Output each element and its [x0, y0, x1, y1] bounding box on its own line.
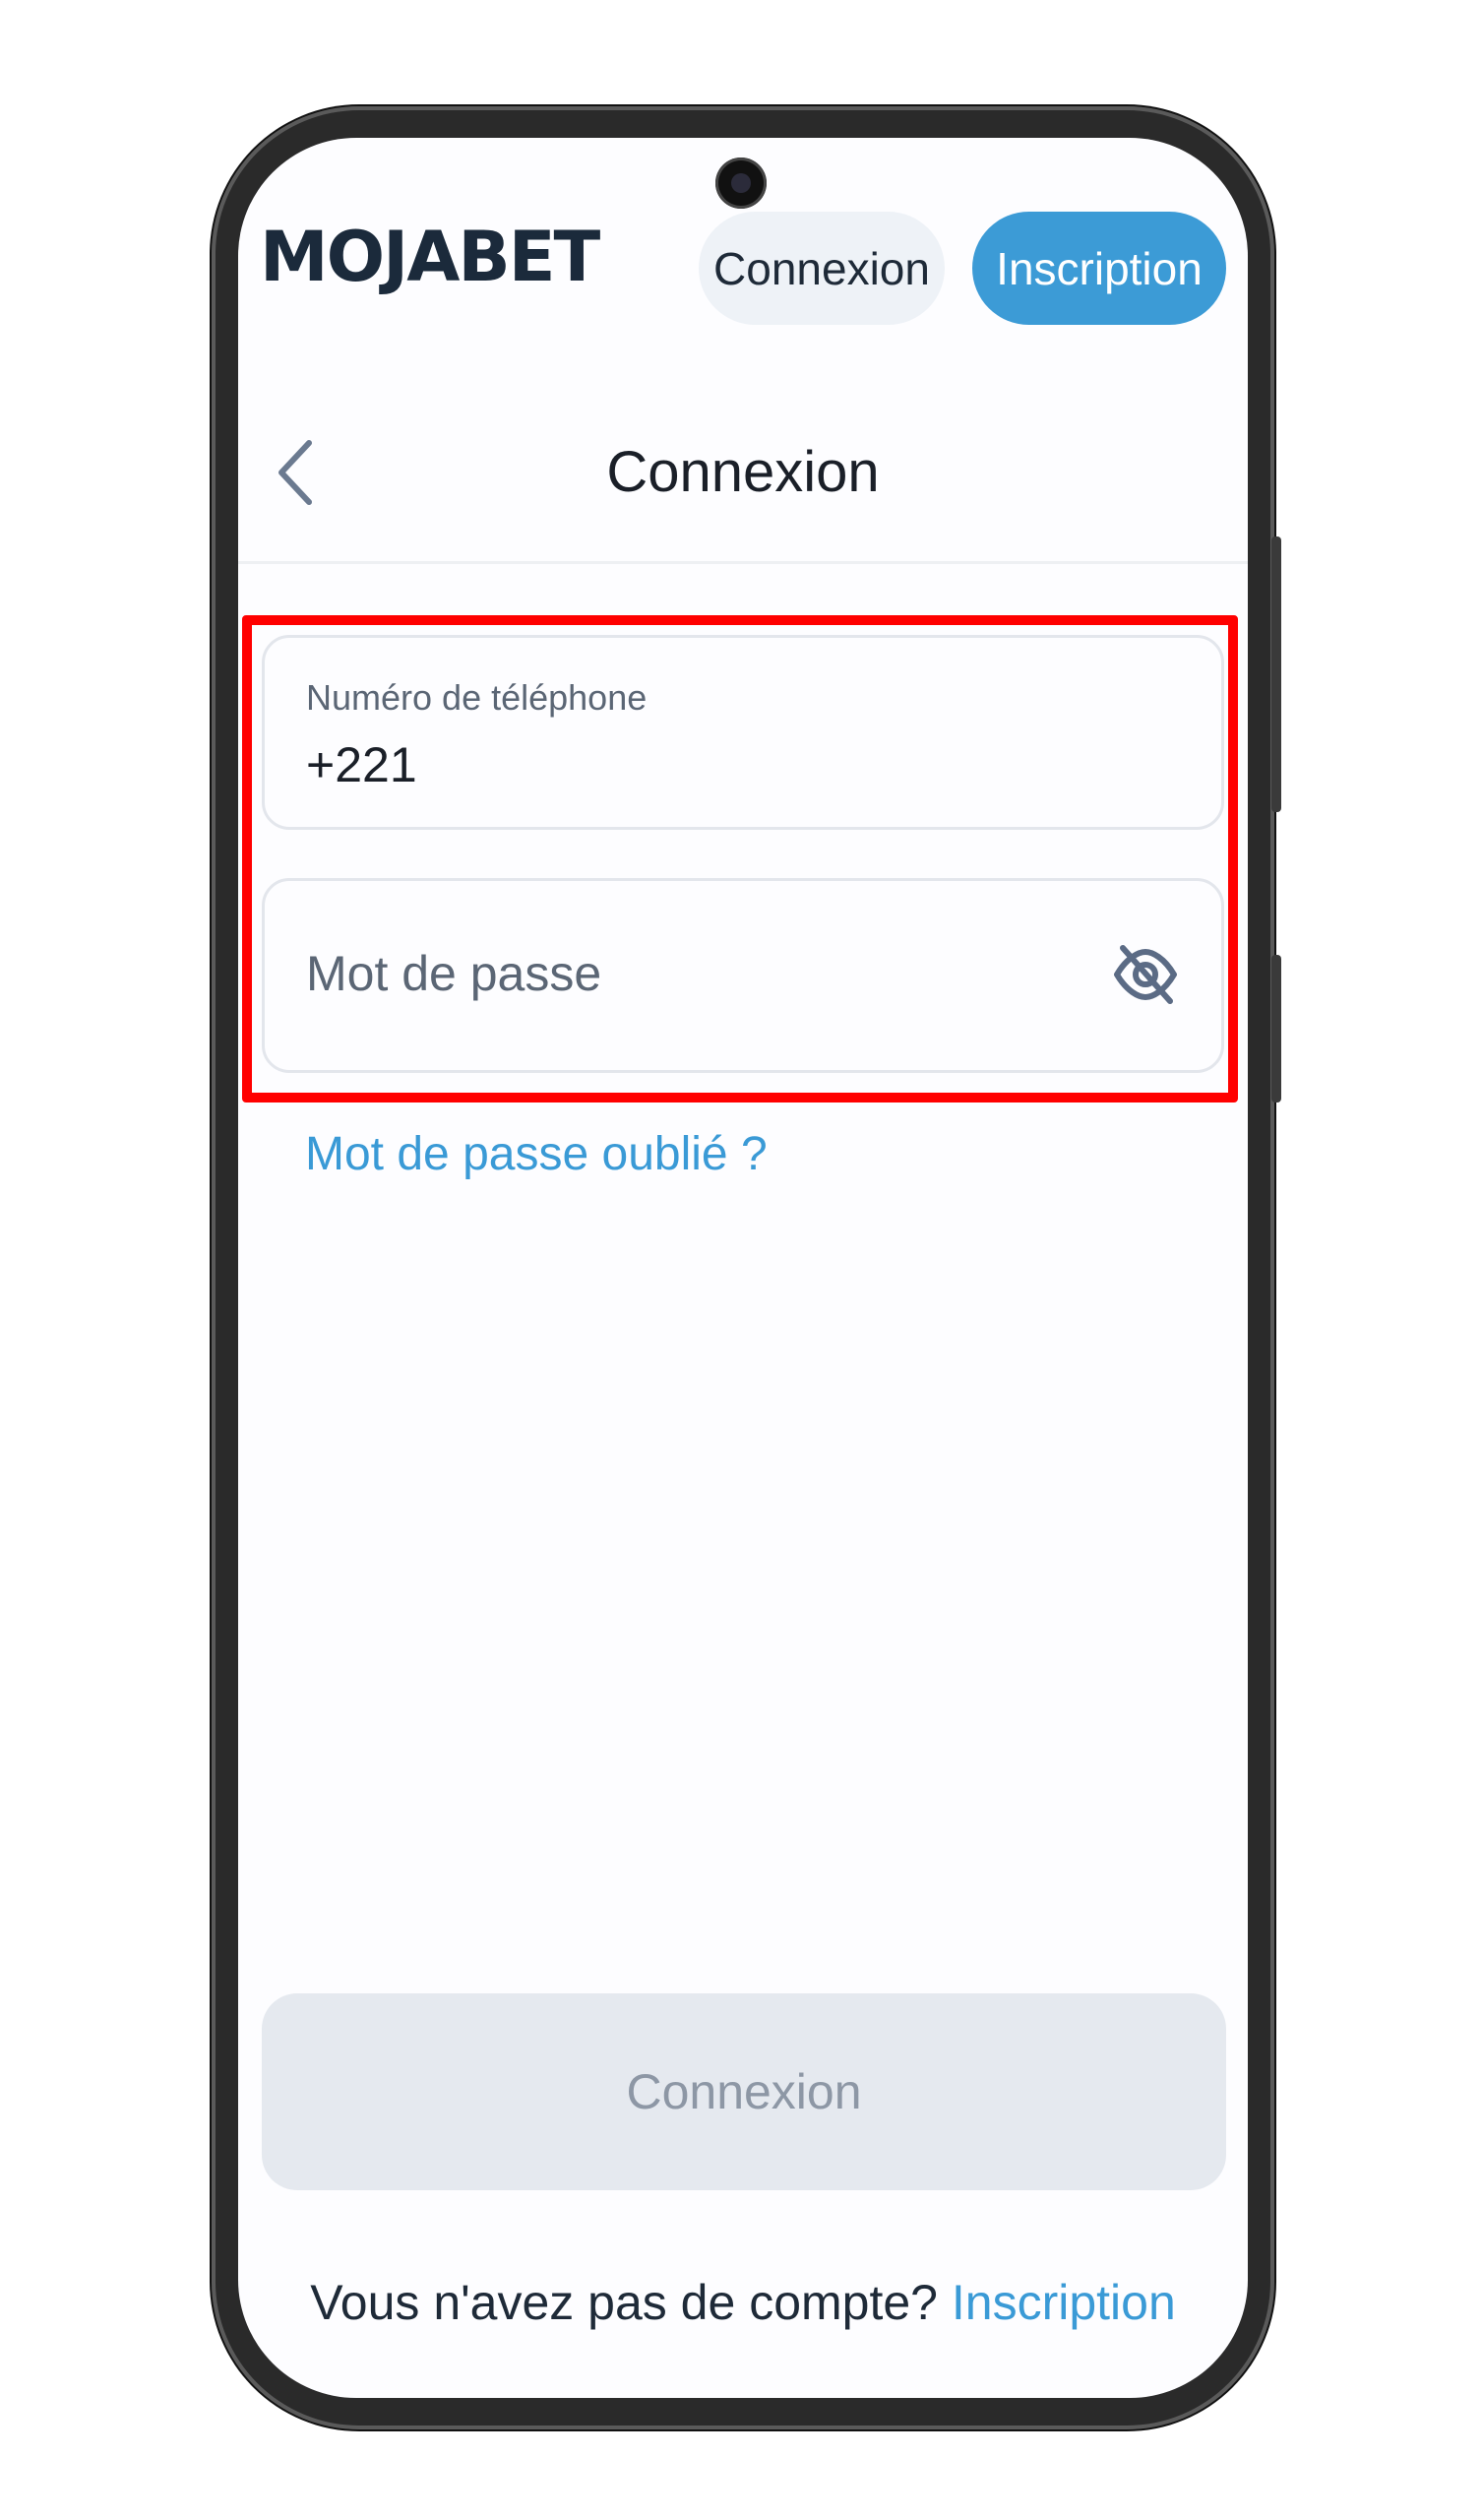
- password-field[interactable]: Mot de passe: [262, 878, 1224, 1073]
- header-login-button[interactable]: Connexion: [699, 212, 945, 325]
- front-camera: [715, 158, 767, 209]
- brand-logo: MOJABET: [260, 217, 600, 297]
- power-button: [1271, 955, 1281, 1102]
- chevron-left-icon[interactable]: [268, 433, 327, 512]
- phone-field[interactable]: Numéro de téléphone +221: [262, 635, 1224, 830]
- login-submit-button[interactable]: Connexion: [262, 1993, 1226, 2190]
- no-account-text: Vous n'avez pas de compte?: [310, 2275, 938, 2330]
- header-signup-button[interactable]: Inscription: [972, 212, 1226, 325]
- phone-field-value[interactable]: +221: [306, 736, 417, 793]
- page-title: Connexion: [606, 440, 880, 504]
- signup-prompt: Vous n'avez pas de compte? Inscription: [238, 2274, 1248, 2331]
- forgot-password-link[interactable]: Mot de passe oublié ?: [305, 1127, 768, 1181]
- phone-field-label: Numéro de téléphone: [306, 677, 648, 718]
- footer-signup-link[interactable]: Inscription: [952, 2275, 1176, 2330]
- volume-button: [1271, 536, 1281, 812]
- password-placeholder: Mot de passe: [306, 946, 602, 1001]
- app-screen: MOJABET Connexion Inscription Connexion …: [238, 138, 1248, 2398]
- eye-off-icon[interactable]: [1111, 940, 1180, 1009]
- header-divider: [238, 561, 1248, 564]
